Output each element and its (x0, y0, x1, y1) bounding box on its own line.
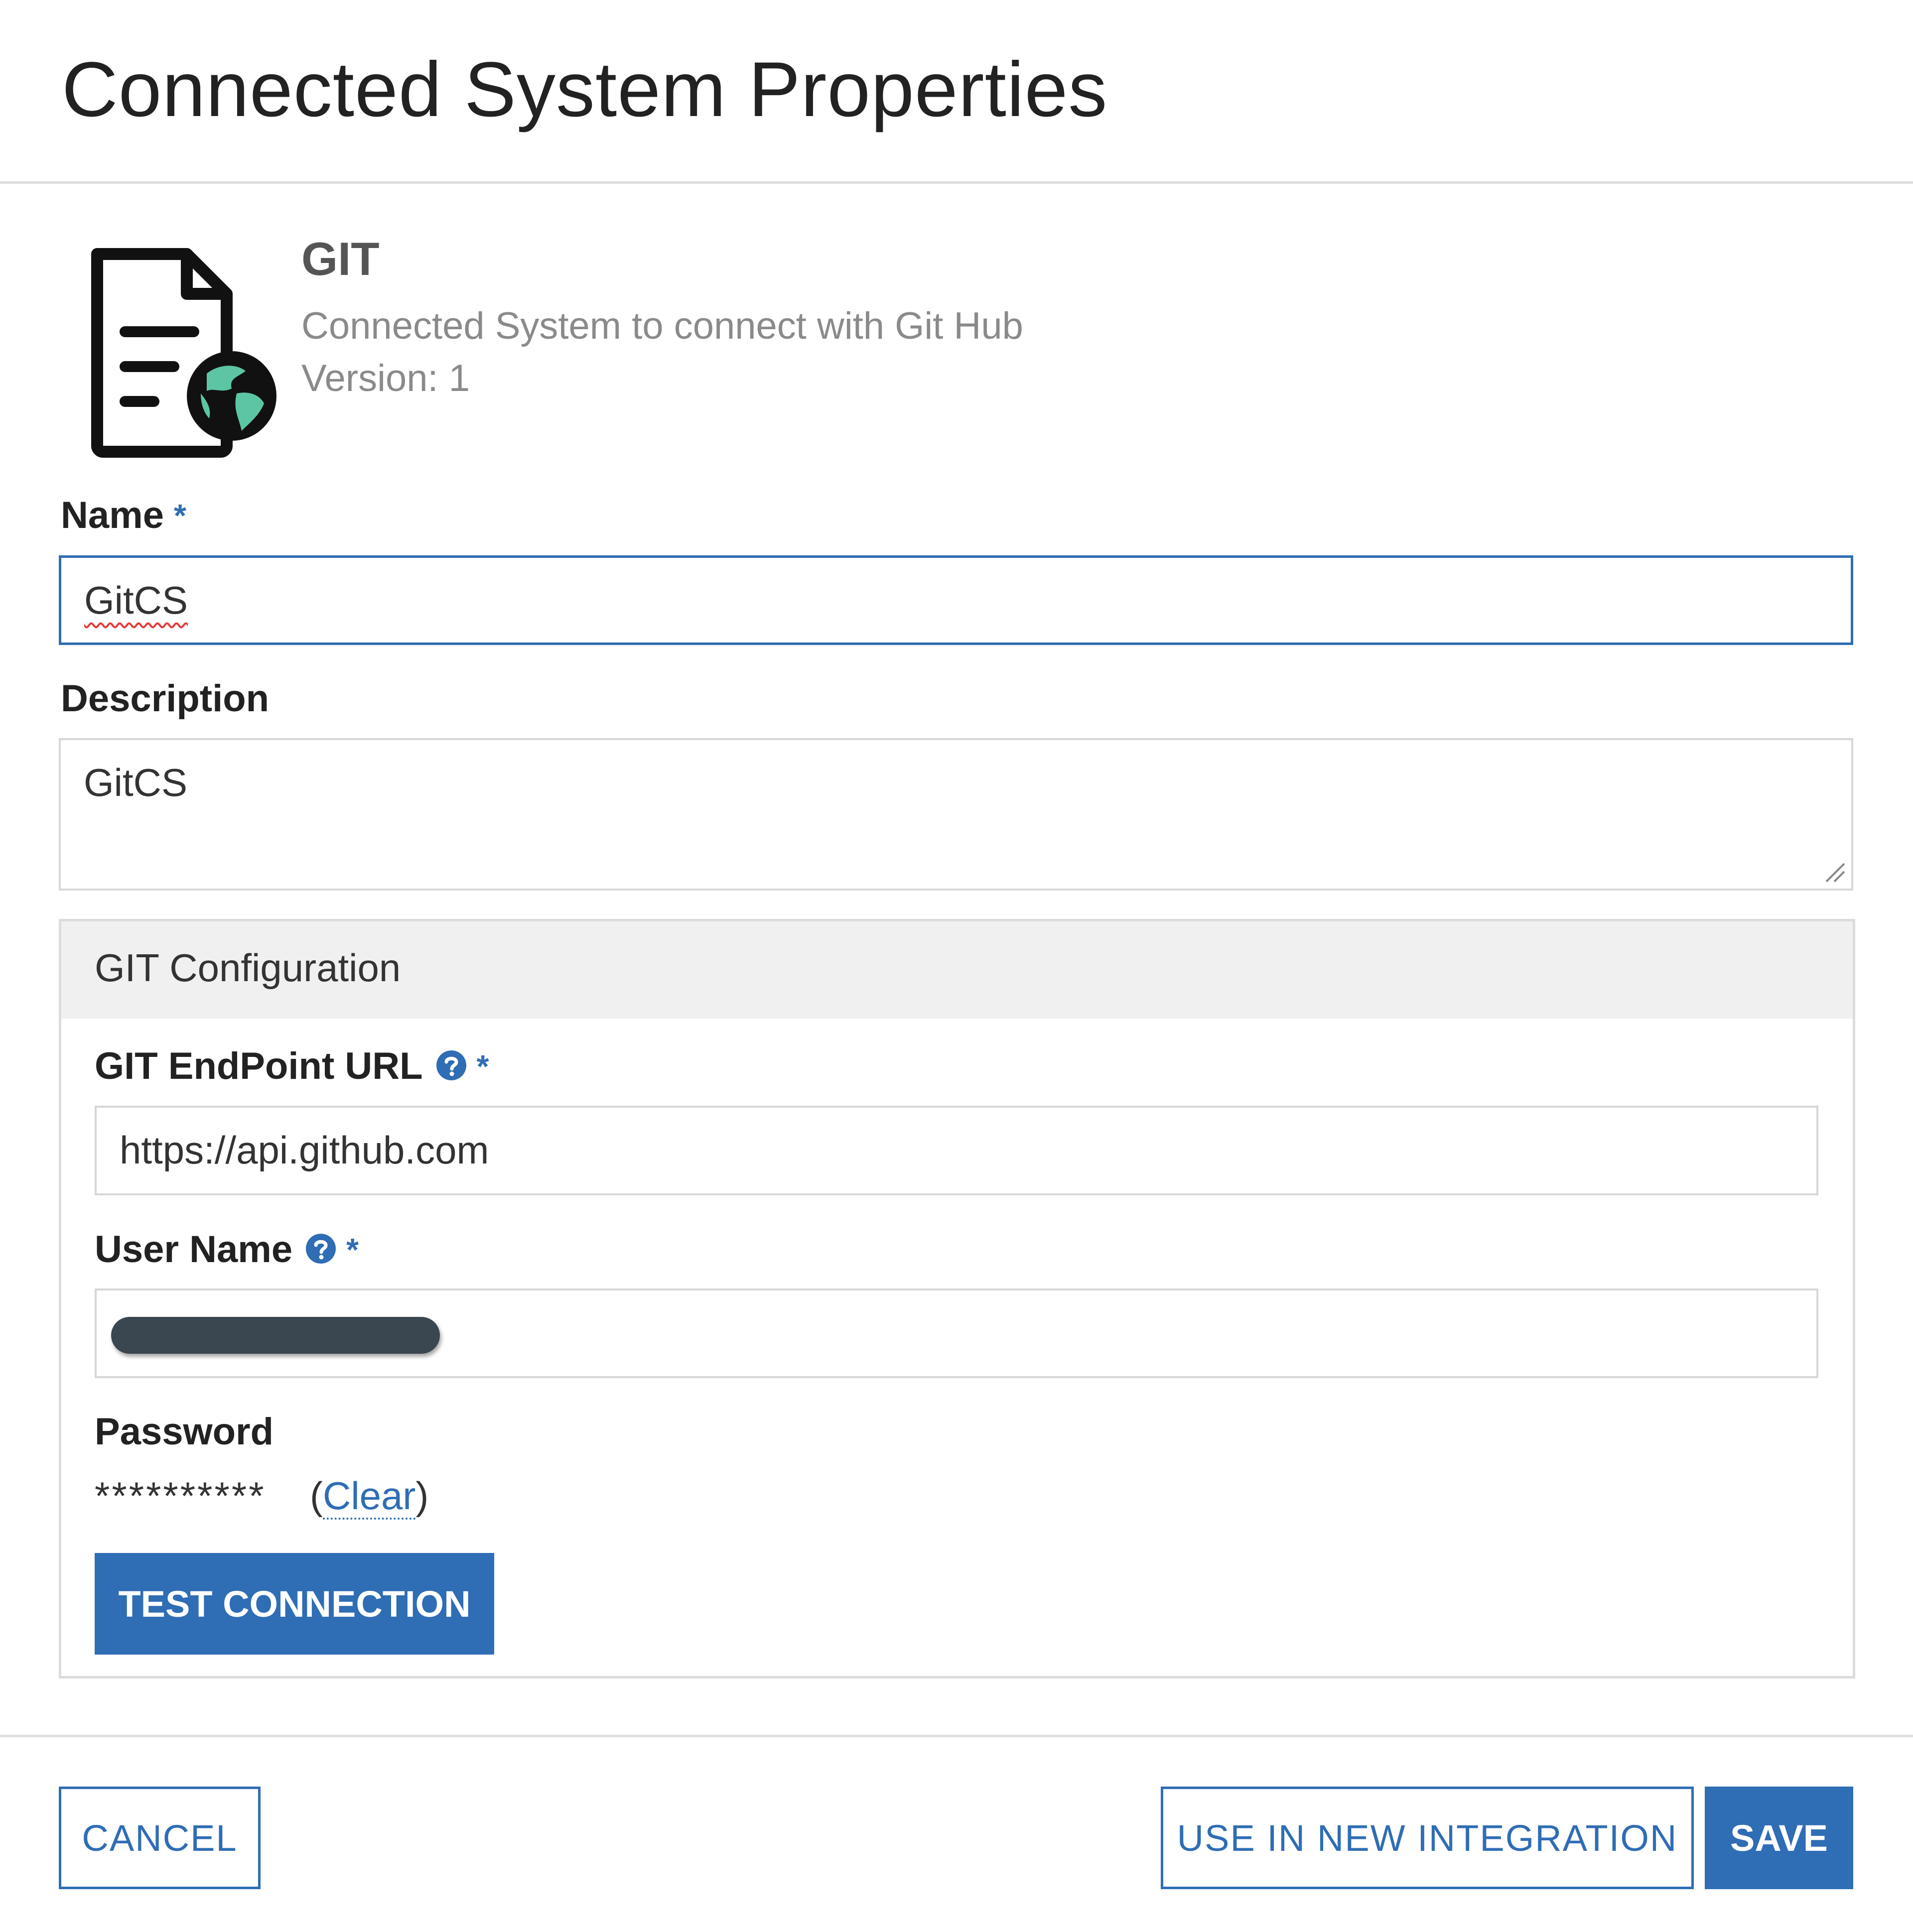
required-marker: * (346, 1232, 359, 1268)
description-label: Description (61, 677, 270, 720)
dialog-title: Connected System Properties (62, 46, 1108, 133)
description-textarea-value: GitCS (84, 761, 188, 804)
endpoint-url-label: GIT EndPoint URL * (95, 1039, 489, 1094)
required-marker: * (174, 498, 186, 533)
clear-password-link[interactable]: Clear (322, 1474, 416, 1520)
test-connection-button[interactable]: TEST CONNECTION (95, 1553, 494, 1655)
system-name: GIT (301, 233, 380, 285)
help-icon[interactable] (436, 1050, 467, 1081)
help-icon[interactable] (305, 1233, 336, 1264)
username-label-text: User Name (95, 1228, 293, 1271)
use-in-new-integration-button[interactable]: USE IN NEW INTEGRATION (1161, 1787, 1694, 1889)
document-globe-icon (91, 248, 276, 458)
endpoint-url-label-text: GIT EndPoint URL (95, 1045, 423, 1087)
system-version: Version: 1 (301, 357, 470, 399)
system-description: Connected System to connect with Git Hub (301, 305, 1023, 347)
clear-open-paren: ( (310, 1474, 323, 1518)
cancel-button[interactable]: CANCEL (59, 1787, 261, 1889)
password-label: Password (95, 1411, 274, 1453)
header-divider (0, 181, 1913, 184)
clear-close-paren: ) (415, 1474, 429, 1518)
password-mask: ********** (95, 1474, 266, 1518)
save-button[interactable]: SAVE (1705, 1787, 1853, 1889)
git-configuration-title: GIT Configuration (95, 946, 401, 990)
username-label: User Name * (95, 1222, 359, 1277)
password-clear: (Clear) (310, 1468, 428, 1523)
name-input[interactable]: GitCS (59, 555, 1853, 645)
name-input-value: GitCS (84, 578, 188, 622)
resize-handle-icon[interactable] (1824, 862, 1846, 884)
redacted-username (111, 1317, 440, 1354)
name-label-text: Name (61, 494, 164, 536)
endpoint-url-input[interactable]: https://api.github.com (95, 1106, 1818, 1195)
required-marker: * (476, 1048, 489, 1084)
name-label: Name * (61, 488, 186, 543)
endpoint-url-input-value: https://api.github.com (120, 1128, 489, 1172)
description-textarea[interactable]: GitCS (59, 738, 1853, 891)
footer-divider (0, 1735, 1913, 1737)
